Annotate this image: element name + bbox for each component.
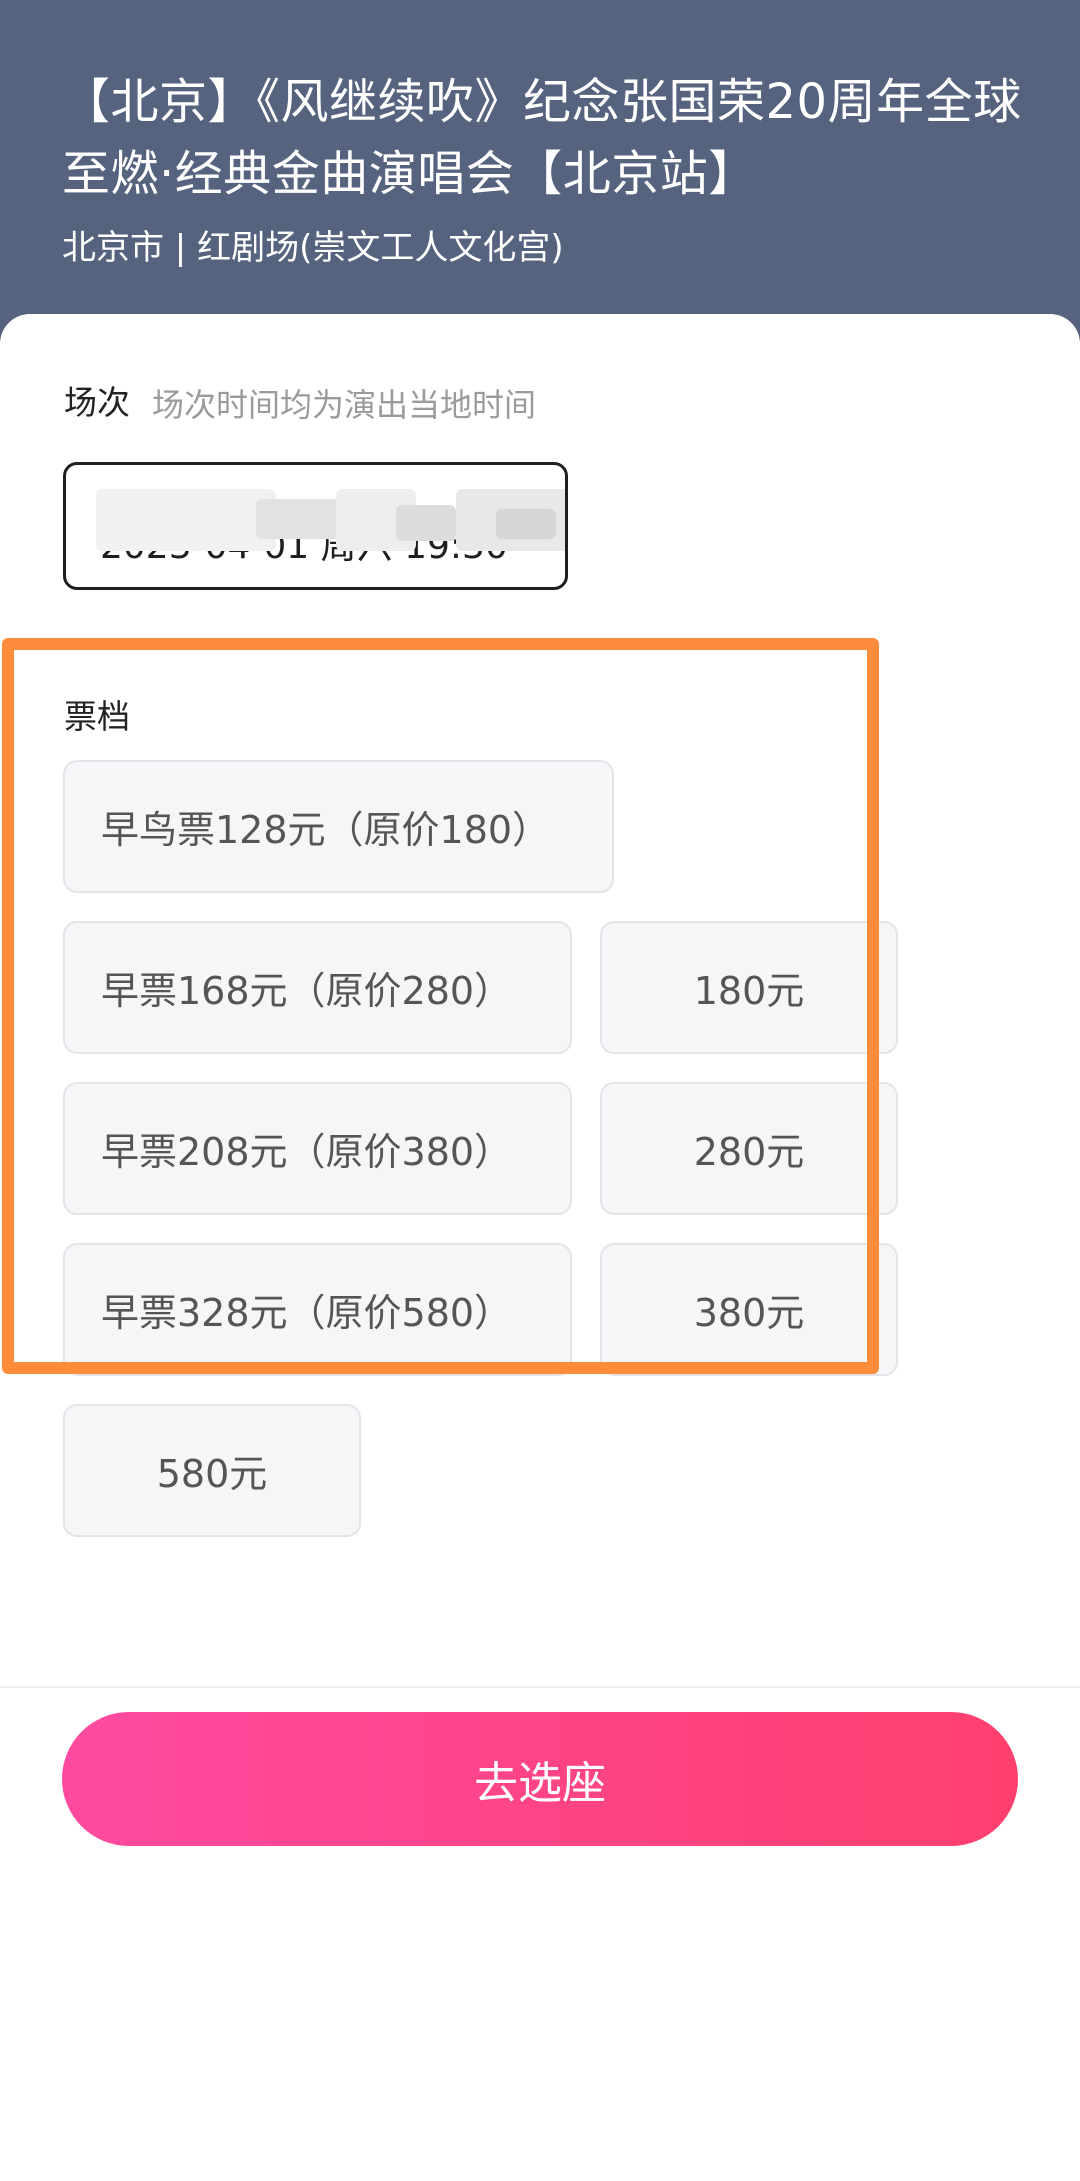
redaction-blur — [496, 509, 556, 539]
tier-option[interactable]: 早票208元（原价380） — [63, 1082, 572, 1215]
tier-option[interactable]: 180元 — [600, 921, 898, 1054]
choose-seat-button[interactable]: 去选座 — [62, 1712, 1018, 1846]
tier-option[interactable]: 380元 — [600, 1243, 898, 1376]
redaction-blur — [396, 505, 456, 541]
event-venue: 北京市 | 红剧场(崇文工人文化宫) — [62, 228, 564, 268]
page: 【北京】《风继续吹》纪念张国荣20周年全球至燃·经典金曲演唱会【北京站】 北京市… — [0, 0, 1080, 2181]
session-label: 场次 — [64, 383, 130, 422]
ticket-selection-sheet: 场次 场次时间均为演出当地时间 2023-04-01 周六 19:30 票档 早… — [0, 314, 1080, 2181]
tier-label: 票档 — [64, 697, 130, 736]
session-hint: 场次时间均为演出当地时间 — [152, 386, 537, 424]
footer-divider — [0, 1686, 1080, 1688]
tier-option[interactable]: 早票168元（原价280） — [63, 921, 572, 1054]
session-option-selected[interactable]: 2023-04-01 周六 19:30 — [63, 462, 568, 590]
tier-option[interactable]: 早鸟票128元（原价180） — [63, 760, 614, 893]
event-header: 【北京】《风继续吹》纪念张国荣20周年全球至燃·经典金曲演唱会【北京站】 北京市… — [0, 0, 1080, 340]
tier-option[interactable]: 早票328元（原价580） — [63, 1243, 572, 1376]
tier-option[interactable]: 580元 — [63, 1404, 361, 1537]
event-title: 【北京】《风继续吹》纪念张国荣20周年全球至燃·经典金曲演唱会【北京站】 — [62, 74, 1022, 202]
tier-option[interactable]: 280元 — [600, 1082, 898, 1215]
redaction-blur — [96, 489, 276, 551]
